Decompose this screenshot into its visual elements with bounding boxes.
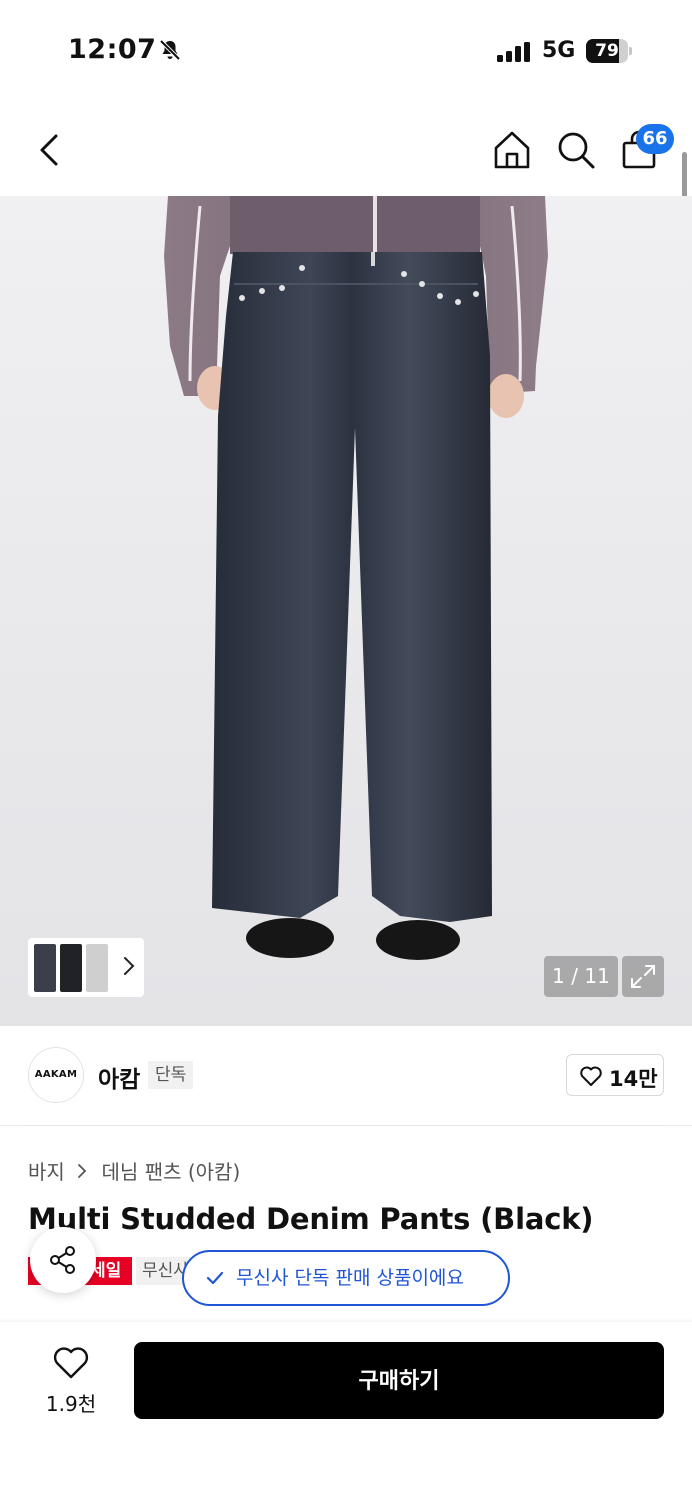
battery-icon: 79 — [586, 39, 632, 63]
image-counter: 1 / 11 — [544, 956, 618, 997]
product-title: Multi Studded Denim Pants (Black) — [28, 1202, 594, 1236]
heart-icon — [580, 1066, 602, 1086]
thumbnail-image[interactable] — [34, 944, 56, 992]
search-icon[interactable] — [554, 128, 598, 172]
network-label: 5G — [542, 38, 576, 63]
product-photo — [164, 196, 548, 960]
exclusive-toast: 무신사 단독 판매 상품이에요 — [182, 1250, 510, 1306]
chevron-right-icon[interactable] — [122, 954, 136, 978]
breadcrumb-item[interactable]: 바지 — [28, 1160, 65, 1184]
battery-percent: 79 — [595, 41, 619, 61]
brand-row: AAKAM 아캄 단독 14만 — [0, 1026, 692, 1126]
breadcrumb: 바지 데님 팬츠 (아캄) — [28, 1156, 240, 1185]
wishlist-count: 1.9천 — [45, 1392, 97, 1416]
thumbnail-image[interactable] — [86, 944, 108, 992]
signal-icon — [497, 42, 530, 62]
brand-like-count: 14만 — [609, 1067, 658, 1091]
wishlist-button[interactable]: 1.9천 — [34, 1344, 108, 1424]
brand-name[interactable]: 아캄 — [98, 1060, 140, 1094]
chevron-right-icon — [78, 1163, 87, 1178]
brand-like-button[interactable]: 14만 — [566, 1054, 664, 1096]
breadcrumb-item[interactable]: 데님 팬츠 (아캄) — [102, 1160, 241, 1184]
top-nav — [0, 100, 692, 196]
expand-icon[interactable] — [622, 956, 664, 997]
divider — [28, 1125, 664, 1126]
product-image[interactable] — [0, 196, 692, 1026]
share-button[interactable] — [30, 1227, 96, 1293]
thumbnail-image[interactable] — [60, 944, 82, 992]
brand-logo[interactable]: AAKAM — [28, 1047, 84, 1103]
thumbnail-strip[interactable] — [28, 938, 144, 997]
status-time: 12:07 — [68, 34, 157, 65]
share-icon — [50, 1246, 75, 1274]
home-icon[interactable] — [490, 128, 534, 172]
buy-button[interactable]: 구매하기 — [134, 1342, 664, 1419]
exclusive-badge: 단독 — [148, 1061, 194, 1089]
toast-text: 무신사 단독 판매 상품이에요 — [236, 1267, 464, 1289]
heart-icon — [53, 1347, 89, 1379]
back-icon[interactable] — [30, 128, 70, 172]
cart-count-badge: 66 — [636, 124, 674, 154]
bottom-action-bar: 1.9천 구매하기 — [0, 1322, 692, 1500]
status-bar: 12:07 5G 79 — [0, 0, 692, 100]
bell-slash-icon — [159, 39, 181, 61]
check-icon — [206, 1271, 224, 1285]
